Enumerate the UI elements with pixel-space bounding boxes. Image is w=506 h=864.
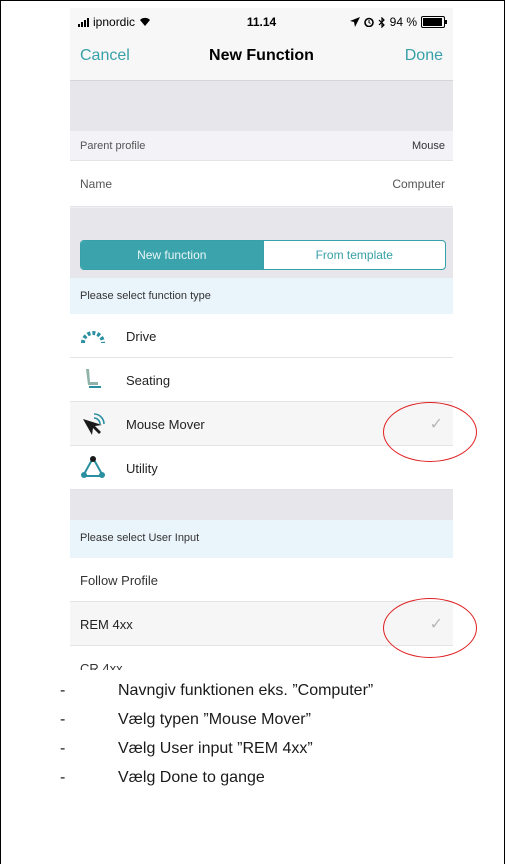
name-field[interactable]: Computer (392, 177, 445, 191)
navigation-bar: Cancel New Function Done (70, 34, 453, 81)
name-label: Name (80, 177, 113, 191)
parent-profile-label: Parent profile (80, 140, 146, 152)
list-dash: - (60, 711, 66, 728)
instruction-item: - Vælg User input ”REM 4xx” (60, 740, 313, 758)
function-type-header: Please select function type (70, 278, 453, 314)
location-icon (349, 17, 360, 27)
instruction-item: - Vælg typen ”Mouse Mover” (60, 711, 311, 729)
parent-profile-row: Parent profile Mouse (70, 131, 453, 161)
function-item-label: Utility (126, 461, 158, 476)
function-item-label: Seating (126, 373, 171, 388)
seat-icon (86, 369, 101, 388)
function-item-drive[interactable]: Drive (70, 314, 453, 358)
battery-icon (421, 16, 447, 28)
list-dash: - (60, 740, 66, 757)
tab-new-function[interactable]: New function (81, 241, 263, 269)
list-dash: - (60, 682, 66, 699)
function-type-header-label: Please select function type (80, 290, 211, 302)
user-input-label: REM 4xx (80, 617, 133, 632)
done-button[interactable]: Done (405, 47, 443, 65)
tab-from-template[interactable]: From template (262, 241, 446, 269)
status-right: 94 % (349, 15, 447, 29)
function-item-seating[interactable]: Seating (70, 358, 453, 402)
instruction-text: Vælg typen ”Mouse Mover” (118, 711, 311, 728)
instruction-text: Navngiv funktionen eks. ”Computer” (118, 682, 374, 699)
status-bar: ipnordic 11.14 94 % (70, 8, 453, 34)
instruction-item: - Navngiv funktionen eks. ”Computer” (60, 682, 373, 700)
annotation-circle (383, 598, 477, 658)
function-item-label: Drive (126, 329, 157, 344)
user-input-item-follow-profile[interactable]: Follow Profile (70, 558, 453, 602)
battery-percent: 94 % (389, 15, 417, 29)
mouse-mover-icon (83, 413, 105, 435)
page-title: New Function (209, 47, 314, 64)
name-row[interactable]: Name Computer (70, 161, 453, 207)
spacer-row (70, 108, 453, 131)
annotation-circle (383, 402, 477, 462)
user-input-label: CR 4xx (80, 661, 123, 670)
user-input-header-label: Please select User Input (80, 532, 200, 544)
phone-screenshot: ipnordic 11.14 94 % Cancel New Function … (70, 8, 453, 670)
bluetooth-icon (378, 16, 385, 28)
user-input-item-cr-4xx[interactable]: CR 4xx (70, 646, 453, 670)
alarm-icon (363, 17, 374, 27)
parent-profile-value: Mouse (411, 140, 445, 152)
function-item-label: Mouse Mover (126, 417, 205, 432)
drive-icon (81, 331, 105, 344)
instruction-item: - Vælg Done to gange (60, 769, 265, 787)
list-dash: - (60, 769, 66, 786)
user-input-header: Please select User Input (70, 520, 453, 558)
user-input-label: Follow Profile (80, 573, 159, 588)
instruction-text: Vælg User input ”REM 4xx” (118, 740, 313, 757)
utility-icon (81, 456, 105, 478)
instruction-text: Vælg Done to gange (118, 769, 265, 786)
section-spacer (70, 490, 453, 520)
function-source-segmented-control: New function From template (80, 240, 446, 270)
